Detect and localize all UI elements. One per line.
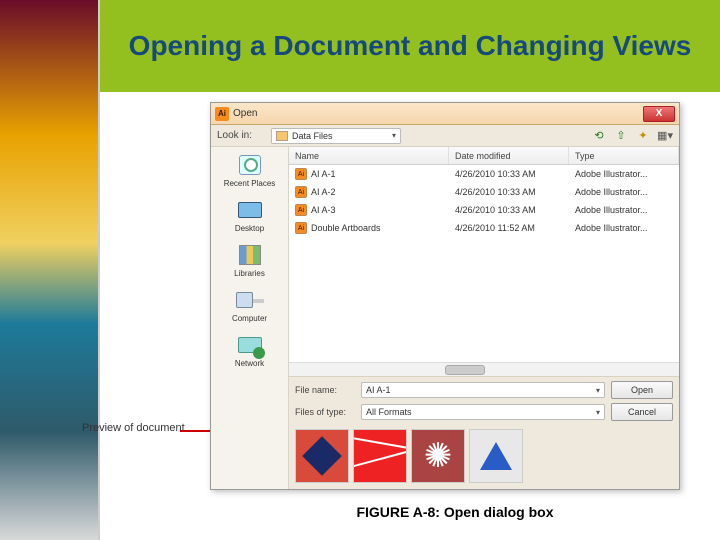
views-menu-icon[interactable]: ▦▾ — [657, 128, 673, 144]
left-decorative-strip — [0, 0, 100, 540]
lookin-label: Look in: — [217, 130, 265, 141]
file-row[interactable]: Ai Double Artboards 4/26/2010 11:52 AM Ad… — [289, 219, 679, 237]
filename-value: AI A-1 — [366, 385, 391, 395]
dialog-titlebar: Ai Open X — [211, 103, 679, 125]
preview-thumbnail[interactable] — [295, 429, 349, 483]
lookin-value: Data Files — [292, 131, 388, 141]
page-title: Opening a Document and Changing Views — [129, 29, 692, 63]
file-row[interactable]: Ai AI A-2 4/26/2010 10:33 AM Adobe Illust… — [289, 183, 679, 201]
lookin-toolbar: ⟲ ⇧ ✦ ▦▾ — [591, 128, 673, 144]
chevron-down-icon: ▾ — [596, 386, 600, 395]
sidebar-item-label: Desktop — [235, 224, 264, 233]
file-row[interactable]: Ai AI A-3 4/26/2010 10:33 AM Adobe Illust… — [289, 201, 679, 219]
folder-icon — [276, 131, 288, 141]
chevron-down-icon: ▾ — [392, 131, 396, 140]
filetype-label: Files of type: — [295, 407, 355, 417]
sidebar-item-label: Libraries — [234, 269, 265, 278]
scrollbar-thumb[interactable] — [445, 365, 485, 375]
content-area: Preview of document Ai Open X Look in: D… — [100, 92, 720, 540]
chevron-down-icon: ▾ — [596, 408, 600, 417]
preview-annotation-label: Preview of document — [82, 422, 185, 434]
preview-thumbnail[interactable] — [411, 429, 465, 483]
filename-row: File name: AI A-1 ▾ Open — [295, 381, 673, 399]
column-header-name[interactable]: Name — [289, 147, 449, 164]
file-area: Name Date modified Type Ai AI A-1 4/26/20… — [289, 147, 679, 489]
preview-thumbnails — [295, 425, 673, 483]
open-button[interactable]: Open — [611, 381, 673, 399]
ai-file-icon: Ai — [295, 186, 307, 198]
file-date: 4/26/2010 10:33 AM — [449, 205, 569, 215]
file-type: Adobe Illustrator... — [569, 187, 679, 197]
header-band: Opening a Document and Changing Views — [100, 0, 720, 92]
cancel-button[interactable]: Cancel — [611, 403, 673, 421]
sidebar-item-desktop[interactable]: Desktop — [216, 198, 284, 233]
file-list: Ai AI A-1 4/26/2010 10:33 AM Adobe Illust… — [289, 165, 679, 362]
filetype-value: All Formats — [366, 407, 412, 417]
file-name: Double Artboards — [311, 223, 381, 233]
libraries-icon — [236, 243, 264, 267]
dialog-body: Recent Places Desktop Libraries Computer — [211, 147, 679, 489]
ai-file-icon: Ai — [295, 204, 307, 216]
horizontal-scrollbar[interactable] — [289, 362, 679, 376]
sidebar-item-recent[interactable]: Recent Places — [216, 153, 284, 188]
file-list-header: Name Date modified Type — [289, 147, 679, 165]
file-row[interactable]: Ai AI A-1 4/26/2010 10:33 AM Adobe Illust… — [289, 165, 679, 183]
sidebar-item-label: Recent Places — [224, 179, 276, 188]
preview-thumbnail[interactable] — [469, 429, 523, 483]
figure-caption: FIGURE A-8: Open dialog box — [240, 504, 670, 520]
open-dialog: Ai Open X Look in: Data Files ▾ ⟲ ⇧ ✦ ▦▾ — [210, 102, 680, 490]
bottom-panel: File name: AI A-1 ▾ Open Files of type: … — [289, 376, 679, 489]
file-name: AI A-1 — [311, 169, 336, 179]
new-folder-icon[interactable]: ✦ — [635, 128, 651, 144]
file-date: 4/26/2010 10:33 AM — [449, 187, 569, 197]
sidebar-item-label: Network — [235, 359, 264, 368]
file-type: Adobe Illustrator... — [569, 169, 679, 179]
page: Opening a Document and Changing Views Pr… — [0, 0, 720, 540]
ai-file-icon: Ai — [295, 168, 307, 180]
sidebar-item-label: Computer — [232, 314, 267, 323]
filetype-field[interactable]: All Formats ▾ — [361, 404, 605, 420]
illustrator-icon: Ai — [215, 107, 229, 121]
column-header-date[interactable]: Date modified — [449, 147, 569, 164]
lookin-dropdown[interactable]: Data Files ▾ — [271, 128, 401, 144]
column-header-type[interactable]: Type — [569, 147, 679, 164]
dialog-title: Open — [233, 108, 257, 119]
file-date: 4/26/2010 10:33 AM — [449, 169, 569, 179]
recent-places-icon — [236, 153, 264, 177]
file-type: Adobe Illustrator... — [569, 223, 679, 233]
file-name: AI A-3 — [311, 205, 336, 215]
up-one-level-icon[interactable]: ⇧ — [613, 128, 629, 144]
network-icon — [236, 333, 264, 357]
titlebar-left: Ai Open — [215, 107, 257, 121]
places-sidebar: Recent Places Desktop Libraries Computer — [211, 147, 289, 489]
desktop-icon — [236, 198, 264, 222]
file-name: AI A-2 — [311, 187, 336, 197]
filename-label: File name: — [295, 385, 355, 395]
file-date: 4/26/2010 11:52 AM — [449, 223, 569, 233]
sidebar-item-libraries[interactable]: Libraries — [216, 243, 284, 278]
filetype-row: Files of type: All Formats ▾ Cancel — [295, 403, 673, 421]
sidebar-item-computer[interactable]: Computer — [216, 288, 284, 323]
file-type: Adobe Illustrator... — [569, 205, 679, 215]
ai-file-icon: Ai — [295, 222, 307, 234]
lookin-row: Look in: Data Files ▾ ⟲ ⇧ ✦ ▦▾ — [211, 125, 679, 147]
sidebar-item-network[interactable]: Network — [216, 333, 284, 368]
computer-icon — [236, 288, 264, 312]
window-close-button[interactable]: X — [643, 106, 675, 122]
filename-field[interactable]: AI A-1 ▾ — [361, 382, 605, 398]
back-icon[interactable]: ⟲ — [591, 128, 607, 144]
preview-thumbnail[interactable] — [353, 429, 407, 483]
